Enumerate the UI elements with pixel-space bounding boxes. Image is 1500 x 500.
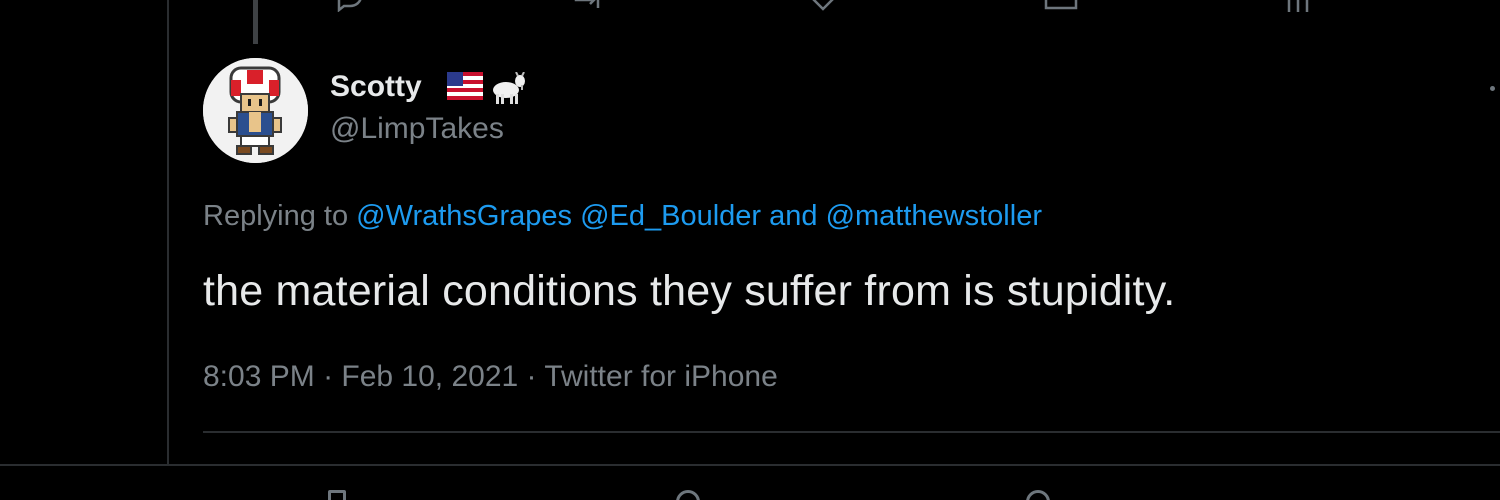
meta-separator: · xyxy=(314,360,342,393)
analytics-icon[interactable] xyxy=(1283,0,1313,12)
replying-prefix: Replying to xyxy=(203,200,357,232)
home-icon[interactable] xyxy=(328,490,346,500)
search-icon[interactable] xyxy=(676,490,700,500)
avatar[interactable] xyxy=(203,58,308,163)
mention-link-matthewstoller[interactable]: @matthewstoller xyxy=(826,200,1042,232)
tweet-source[interactable]: Twitter for iPhone xyxy=(544,360,777,393)
tweet-detail-view: Scotty @LimpTakes Replying to @WrathsGra… xyxy=(0,0,1500,500)
goat-icon xyxy=(488,71,528,111)
display-name[interactable]: Scotty xyxy=(330,70,422,104)
us-flag-icon xyxy=(447,72,483,105)
user-handle[interactable]: @LimpTakes xyxy=(330,112,504,146)
mention-link-wrathsgrapes[interactable]: @WrathsGrapes xyxy=(356,200,572,232)
column-left-border xyxy=(167,0,169,464)
mention-link-ed-boulder[interactable]: @Ed_Boulder xyxy=(580,200,761,232)
tweet-time[interactable]: 8:03 PM xyxy=(203,360,315,393)
notifications-icon[interactable] xyxy=(1026,490,1050,500)
tweet-meta: 8:03 PM · Feb 10, 2021 · Twitter for iPh… xyxy=(203,360,778,394)
thread-connector-line xyxy=(253,0,258,44)
reply-icon[interactable] xyxy=(335,0,365,12)
replying-to-line: Replying to @WrathsGrapes @Ed_Boulder an… xyxy=(203,200,1042,233)
share-icon[interactable] xyxy=(1043,0,1079,12)
bottom-border xyxy=(0,464,1500,466)
like-icon[interactable] xyxy=(807,0,839,12)
pixel-mushroom-avatar-image xyxy=(203,58,308,163)
more-options-icon[interactable] xyxy=(1490,86,1495,91)
meta-separator: · xyxy=(518,360,545,393)
divider xyxy=(203,431,1500,433)
tweet-text: the material conditions they suffer from… xyxy=(203,267,1176,315)
tweet-date[interactable]: Feb 10, 2021 xyxy=(341,360,518,393)
retweet-icon[interactable] xyxy=(572,0,608,12)
mention-joiner: and xyxy=(761,200,826,232)
